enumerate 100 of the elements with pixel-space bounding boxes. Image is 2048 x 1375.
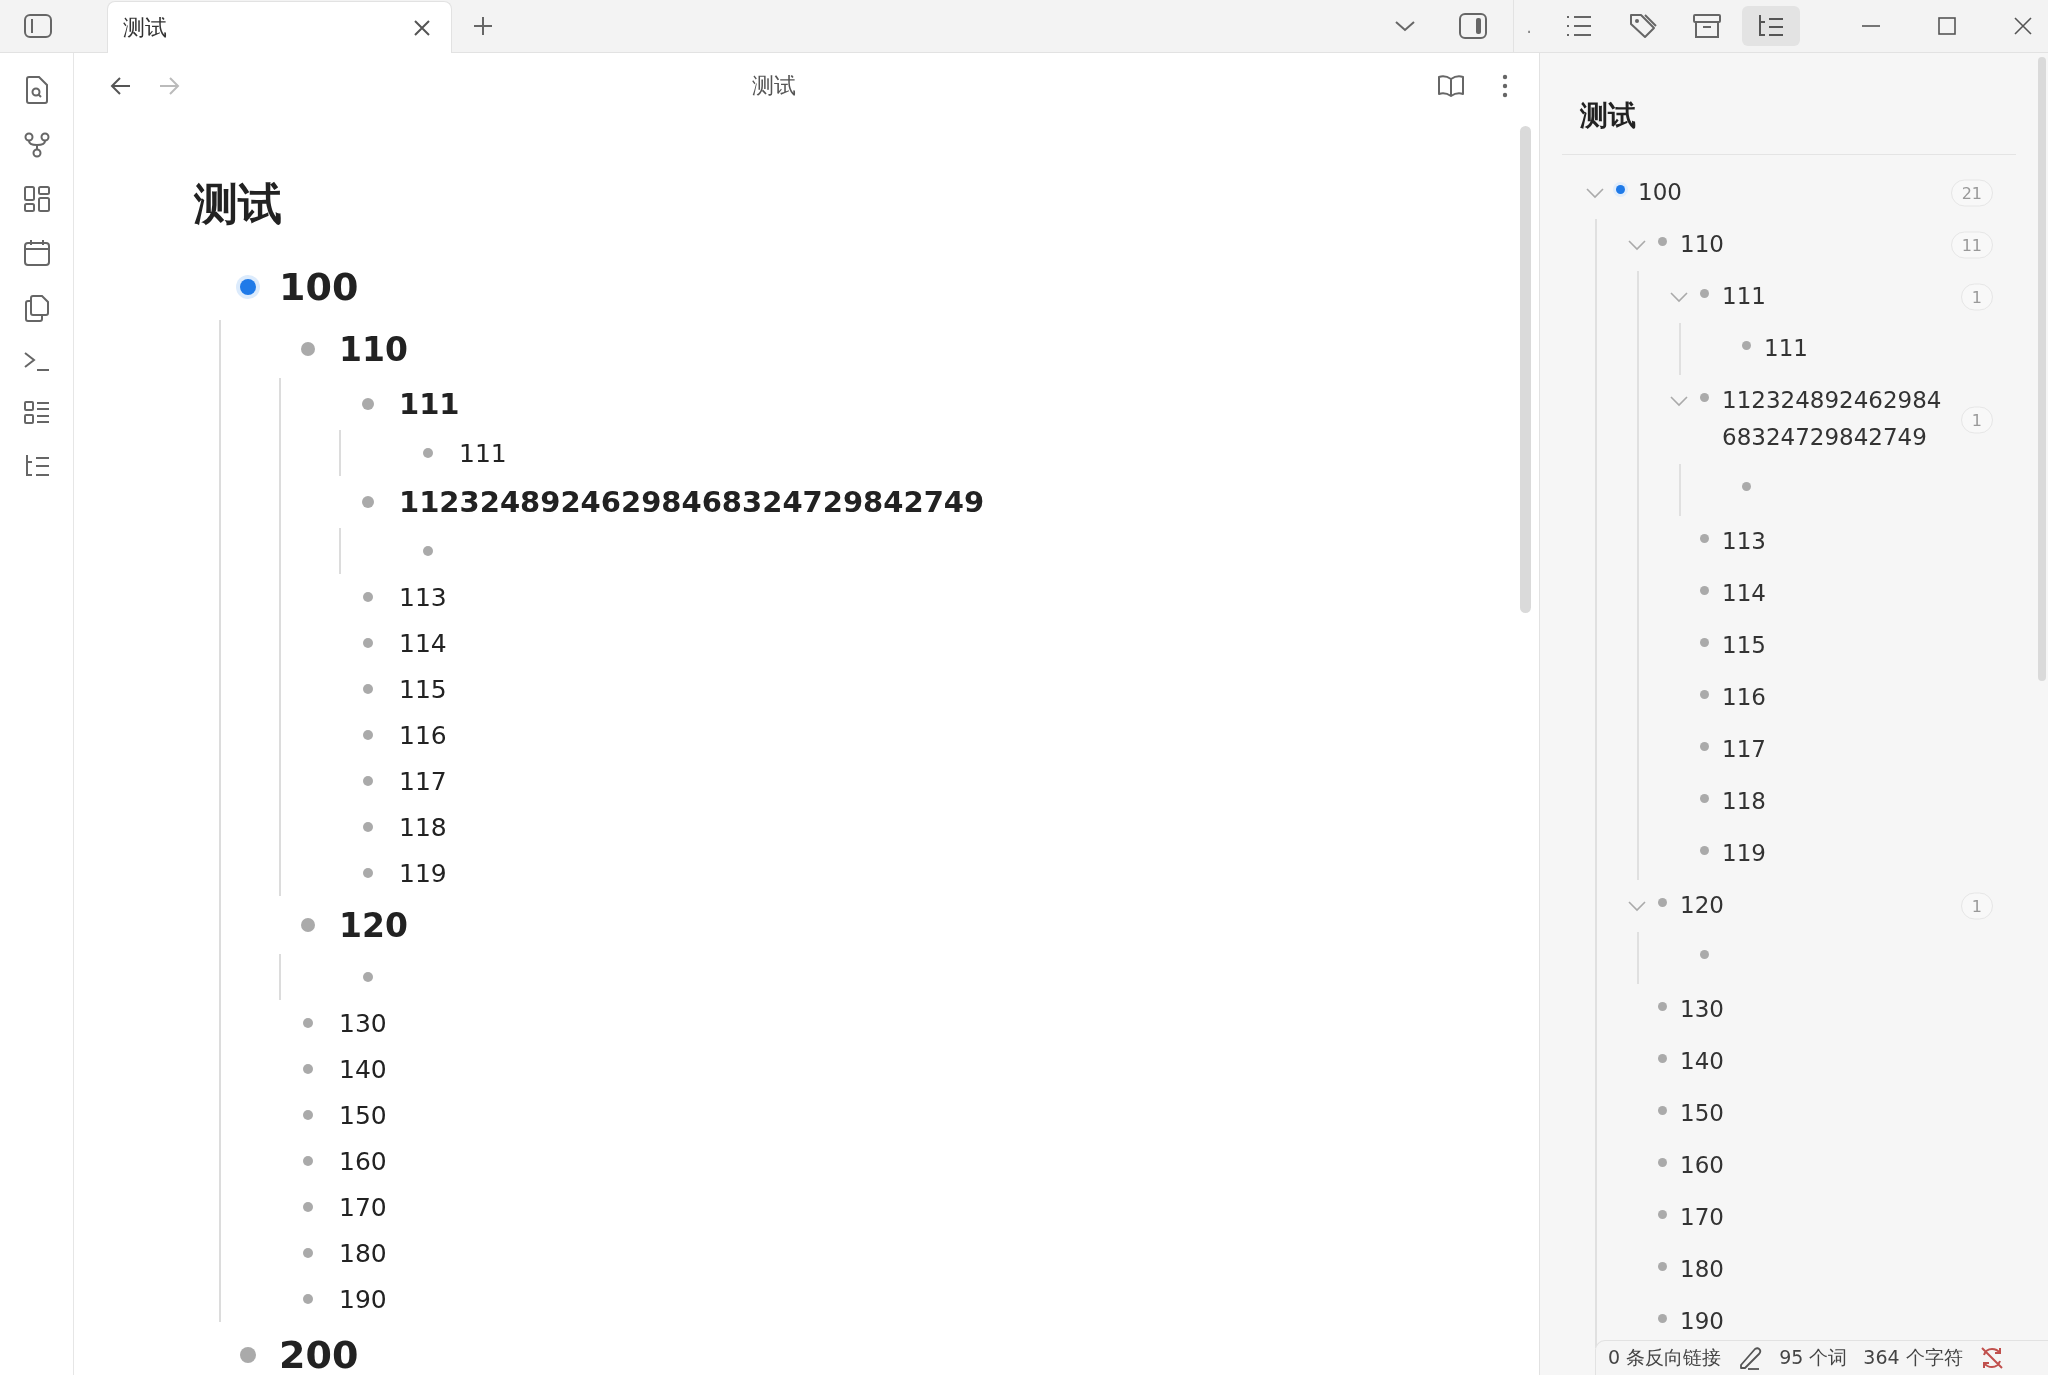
bullet-icon[interactable] bbox=[1657, 236, 1667, 246]
outline-item[interactable]: 190 bbox=[1680, 1303, 1902, 1340]
bullet-icon[interactable] bbox=[1699, 741, 1709, 751]
bullet-icon[interactable] bbox=[1699, 585, 1709, 595]
bullet-icon[interactable] bbox=[303, 1156, 313, 1166]
bullet-icon[interactable] bbox=[301, 342, 315, 356]
sync-off-icon[interactable] bbox=[1978, 1345, 2005, 1371]
bullet-icon[interactable] bbox=[363, 868, 373, 878]
bullet-icon[interactable] bbox=[1699, 288, 1709, 298]
outline-item[interactable]: 11232489246298468324729842749 bbox=[1722, 382, 1944, 456]
chevron-down-icon[interactable] bbox=[1394, 19, 1417, 33]
bullet-icon[interactable] bbox=[1657, 1105, 1667, 1115]
bullet-icon[interactable] bbox=[1699, 689, 1709, 699]
outline-item[interactable]: 114 bbox=[1722, 575, 1944, 612]
bullet-icon[interactable] bbox=[1699, 793, 1709, 803]
bullet-icon[interactable] bbox=[1657, 897, 1667, 907]
outline-item[interactable]: 113 bbox=[1722, 523, 1944, 560]
terminal-icon[interactable] bbox=[22, 349, 51, 373]
checklist-icon[interactable] bbox=[22, 399, 51, 427]
bullet-icon[interactable] bbox=[303, 1202, 313, 1212]
outline-item[interactable]: 111 bbox=[1722, 278, 1944, 315]
list-icon[interactable] bbox=[1564, 13, 1594, 39]
bullet-icon[interactable] bbox=[363, 776, 373, 786]
outline-item[interactable]: 111 bbox=[1764, 330, 1986, 367]
list-item-text: 110 bbox=[339, 329, 408, 369]
outline-item[interactable]: 150 bbox=[1680, 1095, 1902, 1132]
calendar-icon[interactable] bbox=[22, 239, 51, 267]
dashboard-icon[interactable] bbox=[22, 185, 51, 213]
maximize-icon[interactable] bbox=[1936, 15, 1958, 37]
outline-item[interactable]: 116 bbox=[1722, 679, 1944, 716]
outline-item[interactable]: 115 bbox=[1722, 627, 1944, 664]
bullet-icon[interactable] bbox=[1699, 637, 1709, 647]
bullet-icon[interactable] bbox=[363, 592, 373, 602]
bullet-icon[interactable] bbox=[362, 398, 374, 410]
scrollbar-thumb[interactable] bbox=[2038, 57, 2046, 681]
outline-item[interactable]: 100 bbox=[1638, 174, 1860, 211]
backlinks-count[interactable]: 0 条反向链接 bbox=[1608, 1345, 1722, 1371]
outline-item[interactable]: 119 bbox=[1722, 835, 1944, 872]
chevron-icon[interactable] bbox=[1586, 187, 1604, 199]
chevron-icon[interactable] bbox=[1628, 239, 1646, 251]
outline-item[interactable]: 170 bbox=[1680, 1199, 1902, 1236]
outline-item[interactable]: 140 bbox=[1680, 1043, 1902, 1080]
bullet-icon[interactable] bbox=[303, 1110, 313, 1120]
bullet-icon[interactable] bbox=[1699, 845, 1709, 855]
chevron-icon[interactable] bbox=[1670, 291, 1688, 303]
close-icon[interactable] bbox=[413, 18, 431, 37]
outline-item[interactable]: 118 bbox=[1722, 783, 1944, 820]
bullet-icon[interactable] bbox=[303, 1018, 313, 1028]
pencil-icon[interactable] bbox=[1737, 1345, 1764, 1371]
tag-icon[interactable] bbox=[1628, 12, 1658, 40]
bullet-icon[interactable] bbox=[1699, 949, 1709, 959]
chevron-icon[interactable] bbox=[1628, 900, 1646, 912]
outline-item[interactable]: 180 bbox=[1680, 1251, 1902, 1288]
outline-item[interactable]: 160 bbox=[1680, 1147, 1902, 1184]
bullet-icon[interactable] bbox=[1657, 1001, 1667, 1011]
bullet-icon[interactable] bbox=[240, 279, 256, 295]
outline-item[interactable]: 110 bbox=[1680, 226, 1902, 263]
bullet-icon[interactable] bbox=[1615, 184, 1625, 194]
bullet-icon[interactable] bbox=[363, 822, 373, 832]
bullet-icon[interactable] bbox=[363, 730, 373, 740]
bullet-icon[interactable] bbox=[1657, 1053, 1667, 1063]
outline-item[interactable]: 117 bbox=[1722, 731, 1944, 768]
bullet-icon[interactable] bbox=[1741, 481, 1751, 491]
bullet-icon[interactable] bbox=[303, 1248, 313, 1258]
archive-icon[interactable] bbox=[1692, 12, 1722, 40]
back-arrow-icon[interactable] bbox=[110, 76, 132, 96]
bullet-icon[interactable] bbox=[301, 918, 315, 932]
outline-tab[interactable] bbox=[1742, 6, 1800, 46]
new-tab-icon[interactable] bbox=[472, 15, 494, 37]
bullet-icon[interactable] bbox=[423, 448, 433, 458]
bullet-icon[interactable] bbox=[363, 972, 373, 982]
book-icon[interactable] bbox=[1437, 74, 1465, 98]
bullet-icon[interactable] bbox=[303, 1064, 313, 1074]
bullet-icon[interactable] bbox=[1657, 1209, 1667, 1219]
bullet-icon[interactable] bbox=[1699, 533, 1709, 543]
bullet-icon[interactable] bbox=[423, 546, 433, 556]
more-options-icon[interactable] bbox=[1501, 74, 1509, 98]
forward-arrow-icon[interactable] bbox=[158, 76, 180, 96]
chevron-icon[interactable] bbox=[1670, 395, 1688, 407]
outline-item[interactable]: 120 bbox=[1680, 887, 1902, 924]
tab[interactable]: 测试 bbox=[107, 1, 452, 53]
bullet-icon[interactable] bbox=[1699, 392, 1709, 402]
bullet-icon[interactable] bbox=[1741, 340, 1751, 350]
close-window-icon[interactable] bbox=[2012, 15, 2034, 37]
bullet-icon[interactable] bbox=[363, 684, 373, 694]
outline-item[interactable]: 130 bbox=[1680, 991, 1902, 1028]
bullet-icon[interactable] bbox=[1657, 1157, 1667, 1167]
bullet-icon[interactable] bbox=[362, 496, 374, 508]
graph-icon[interactable] bbox=[22, 131, 51, 159]
scrollbar-thumb[interactable] bbox=[1520, 126, 1531, 613]
copy-icon[interactable] bbox=[22, 293, 51, 323]
right-sidebar-toggle-icon[interactable] bbox=[1458, 12, 1489, 40]
bullet-icon[interactable] bbox=[1657, 1261, 1667, 1271]
bullet-icon[interactable] bbox=[363, 638, 373, 648]
sidebar-toggle-icon[interactable] bbox=[22, 13, 53, 39]
outline-icon[interactable] bbox=[1756, 13, 1786, 39]
bullet-icon[interactable] bbox=[303, 1294, 313, 1304]
bullet-icon[interactable] bbox=[240, 1347, 256, 1363]
file-search-icon[interactable] bbox=[23, 75, 50, 105]
bullet-icon[interactable] bbox=[1657, 1313, 1667, 1323]
